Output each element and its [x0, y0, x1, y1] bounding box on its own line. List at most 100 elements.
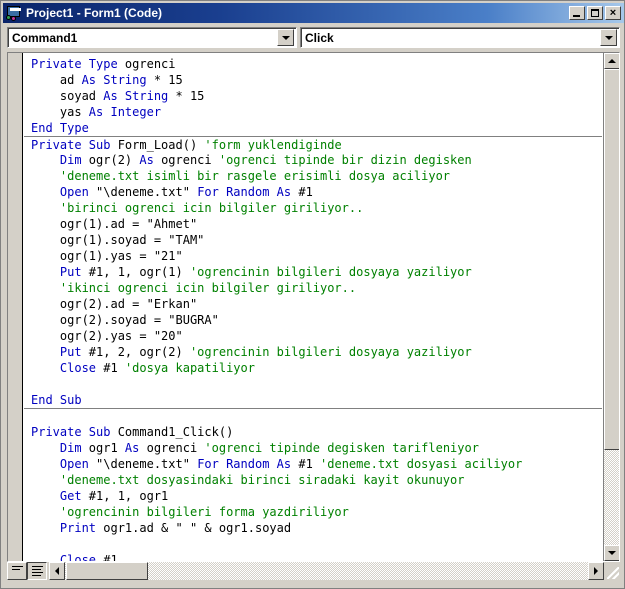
code-token-kw: As String [81, 73, 154, 87]
code-lines: Private Type ogrenci ad As String * 15 s… [24, 56, 602, 561]
code-token-id: ogr(2).ad = "Erkan" [31, 297, 198, 311]
code-token-kw: Put [31, 345, 89, 359]
code-token-kw: Print [31, 521, 104, 535]
code-line[interactable]: Print ogr1.ad & " " & ogr1.soyad [24, 520, 602, 536]
code-line[interactable]: Close #1 'dosya kapatiliyor [24, 360, 602, 376]
code-token-cm: 'ogrencinin bilgileri dosyaya yaziliyor [189, 345, 472, 359]
procedure-dropdown[interactable]: Click [300, 27, 620, 48]
object-dropdown[interactable]: Command1 [7, 27, 297, 48]
code-line[interactable]: Get #1, 1, ogr1 [24, 488, 602, 504]
resize-grip[interactable] [604, 562, 620, 580]
code-line[interactable]: ogr(2).soyad = "BUGRA" [24, 312, 602, 328]
code-token-kw: As [124, 441, 147, 455]
code-token-id: ogr(2).soyad = "BUGRA" [31, 313, 219, 327]
full-module-view-button[interactable] [27, 562, 47, 580]
code-token-kw: Get [31, 489, 89, 503]
code-token-id: #1 [103, 361, 125, 375]
scroll-up-icon[interactable] [604, 53, 619, 69]
vb-code-window: Project1 - Form1 (Code) × Command1 Click… [0, 0, 625, 589]
code-line[interactable]: ogr(2).ad = "Erkan" [24, 296, 602, 312]
code-token-id: ogr1.ad & " " & ogr1.soyad [103, 521, 292, 535]
code-editor-frame: Private Type ogrenci ad As String * 15 s… [7, 52, 620, 562]
code-token-kw: Private Sub [31, 425, 118, 439]
code-line[interactable]: 'ogrencinin bilgileri forma yazdiriliyor [24, 504, 602, 520]
code-line[interactable]: Private Sub Form_Load() 'form yuklendigi… [24, 136, 602, 152]
code-line[interactable]: Put #1, 1, ogr(1) 'ogrencinin bilgileri … [24, 264, 602, 280]
code-token-id: #1, 2, ogr(2) [88, 345, 190, 359]
code-token-kw: End Sub [31, 393, 82, 407]
code-line[interactable]: Private Sub Command1_Click() [24, 424, 602, 440]
code-line[interactable]: Private Type ogrenci [24, 56, 602, 72]
vertical-scrollbar[interactable] [603, 53, 619, 561]
code-pane-toolbar: Command1 Click [3, 25, 624, 50]
code-token-cm: 'dosya kapatiliyor [124, 361, 255, 375]
code-token-cm: 'deneme.txt isimli bir rasgele erisimli … [31, 169, 451, 183]
maximize-button[interactable] [587, 6, 603, 20]
code-token-id: ad [31, 73, 82, 87]
code-line[interactable]: Dim ogr1 As ogrenci 'ogrenci tipinde deg… [24, 440, 602, 456]
code-token-kw: As String [103, 89, 176, 103]
code-token-id: ogr(1).soyad = "TAM" [31, 233, 205, 247]
code-line[interactable]: Close #1 [24, 552, 602, 561]
code-line[interactable]: soyad As String * 15 [24, 88, 602, 104]
chevron-down-icon[interactable] [600, 29, 617, 46]
code-line[interactable]: Put #1, 2, ogr(2) 'ogrencinin bilgileri … [24, 344, 602, 360]
code-line[interactable]: Open "\deneme.txt" For Random As #1 'den… [24, 456, 602, 472]
code-token-id: * 15 [153, 73, 183, 87]
code-line[interactable] [24, 408, 602, 424]
code-token-id: yas [31, 105, 89, 119]
code-line[interactable]: Dim ogr(2) As ogrenci 'ogrenci tipinde b… [24, 152, 602, 168]
code-line[interactable]: End Sub [24, 392, 602, 408]
procedure-view-button[interactable] [7, 562, 27, 580]
code-token-kw: For Random As [197, 457, 299, 471]
code-line[interactable] [24, 536, 602, 552]
code-line[interactable]: ad As String * 15 [24, 72, 602, 88]
code-token-id: ogr(1).ad = "Ahmet" [31, 217, 198, 231]
code-line[interactable]: 'birinci ogrenci icin bilgiler giriliyor… [24, 200, 602, 216]
code-token-cm: 'deneme.txt dosyasi aciliyor [320, 457, 523, 471]
code-token-id: ogr(2) [88, 153, 140, 167]
code-token-kw: Open [31, 457, 97, 471]
code-line[interactable]: End Type [24, 120, 602, 136]
scroll-down-icon[interactable] [604, 545, 619, 561]
window-title: Project1 - Form1 (Code) [26, 6, 163, 20]
chevron-down-icon[interactable] [277, 29, 294, 46]
vertical-scroll-track[interactable] [604, 69, 619, 545]
code-token-kw: Dim [31, 153, 89, 167]
horizontal-scroll-thumb[interactable] [66, 562, 148, 580]
code-line[interactable] [24, 376, 602, 392]
title-bar: Project1 - Form1 (Code) × [3, 3, 624, 23]
code-token-kw: Close [31, 553, 104, 561]
code-line[interactable]: ogr(2).yas = "20" [24, 328, 602, 344]
code-token-cm: 'ogrencinin bilgileri dosyaya yaziliyor [189, 265, 472, 279]
code-token-cm: 'ogrenci tipinde degisken tarifleniyor [204, 441, 479, 455]
code-line[interactable]: 'deneme.txt dosyasindaki birinci siradak… [24, 472, 602, 488]
code-token-cm: 'ogrencinin bilgileri forma yazdiriliyor [31, 505, 349, 519]
code-pane-bottom-bar [7, 562, 620, 582]
code-token-kw: As Integer [88, 105, 162, 119]
code-line[interactable]: Open "\deneme.txt" For Random As #1 [24, 184, 602, 200]
code-token-kw: As [139, 153, 162, 167]
code-line[interactable]: 'deneme.txt isimli bir rasgele erisimli … [24, 168, 602, 184]
code-token-kw: Dim [31, 441, 89, 455]
vertical-scroll-thumb[interactable] [604, 69, 619, 450]
code-line[interactable]: yas As Integer [24, 104, 602, 120]
code-line[interactable]: 'ikinci ogrenci icin bilgiler giriliyor.… [24, 280, 602, 296]
code-token-cm: 'ikinci ogrenci icin bilgiler giriliyor.… [31, 281, 357, 295]
horizontal-scrollbar[interactable] [49, 562, 604, 580]
margin-indicator-bar[interactable] [8, 53, 23, 561]
code-token-id: "\deneme.txt" [96, 457, 198, 471]
close-button[interactable]: × [605, 6, 621, 20]
scroll-right-icon[interactable] [588, 562, 604, 580]
code-line[interactable]: ogr(1).soyad = "TAM" [24, 232, 602, 248]
window-bottom-strip [3, 582, 624, 587]
code-token-cm: 'deneme.txt dosyasindaki birinci siradak… [31, 473, 465, 487]
scroll-left-icon[interactable] [49, 562, 65, 580]
code-token-id: ogrenci [146, 441, 205, 455]
code-token-cm: 'ogrenci tipinde bir dizin degisken [218, 153, 472, 167]
minimize-button[interactable] [569, 6, 585, 20]
code-token-id: "\deneme.txt" [96, 185, 198, 199]
code-line[interactable]: ogr(1).yas = "21" [24, 248, 602, 264]
code-line[interactable]: ogr(1).ad = "Ahmet" [24, 216, 602, 232]
code-text-area[interactable]: Private Type ogrenci ad As String * 15 s… [24, 53, 602, 561]
